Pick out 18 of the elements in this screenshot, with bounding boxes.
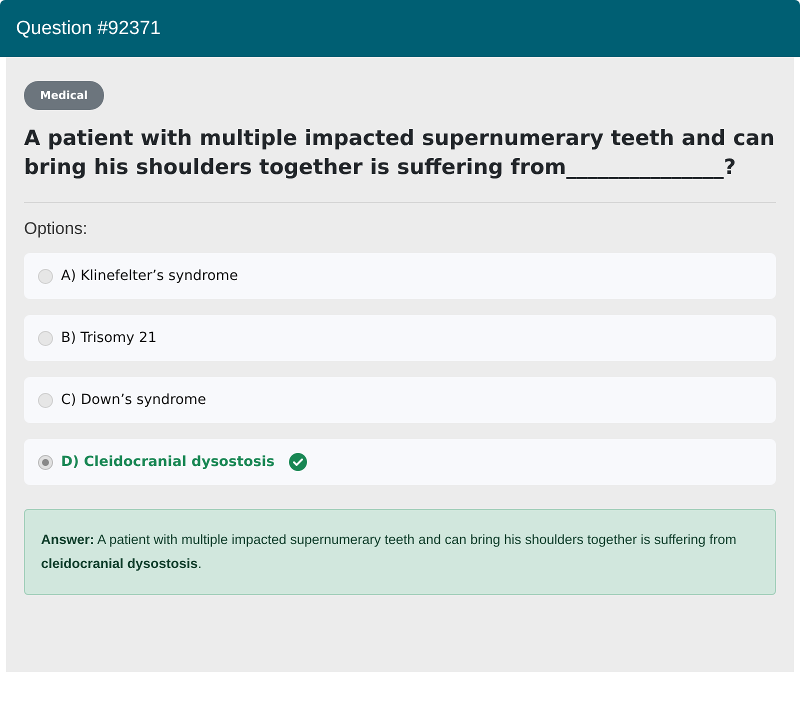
question-title: Question #92371 [16,18,161,40]
option-item[interactable]: A) Klinefelter’s syndrome [24,253,776,299]
radio-button[interactable] [38,454,53,470]
option-item[interactable]: B) Trisomy 21 [24,315,776,361]
question-text: A patient with multiple impacted supernumerary teeth and can bring his shoulders together is suffering from_______________? [24,125,776,181]
option-text: B) Trisomy 21 [61,330,157,346]
answer-box: Answer: A patient with multiple impacted supernumerary teeth and can bring his shoulders together is suffering from cleidocranial dysostosis. [24,509,776,595]
option-text: D) Cleidocranial dysostosis [61,454,275,470]
option-text: C) Down’s syndrome [61,392,206,408]
category-badge: Medical [24,81,104,110]
radio-button[interactable] [38,392,53,408]
options-label: Options: [24,219,88,239]
radio-button[interactable] [38,268,53,284]
option-item[interactable]: C) Down’s syndrome [24,377,776,423]
check-icon [288,453,307,471]
radio-button[interactable] [38,330,53,346]
option-text: A) Klinefelter’s syndrome [61,268,238,284]
option-item[interactable]: D) Cleidocranial dysostosis [24,439,776,485]
